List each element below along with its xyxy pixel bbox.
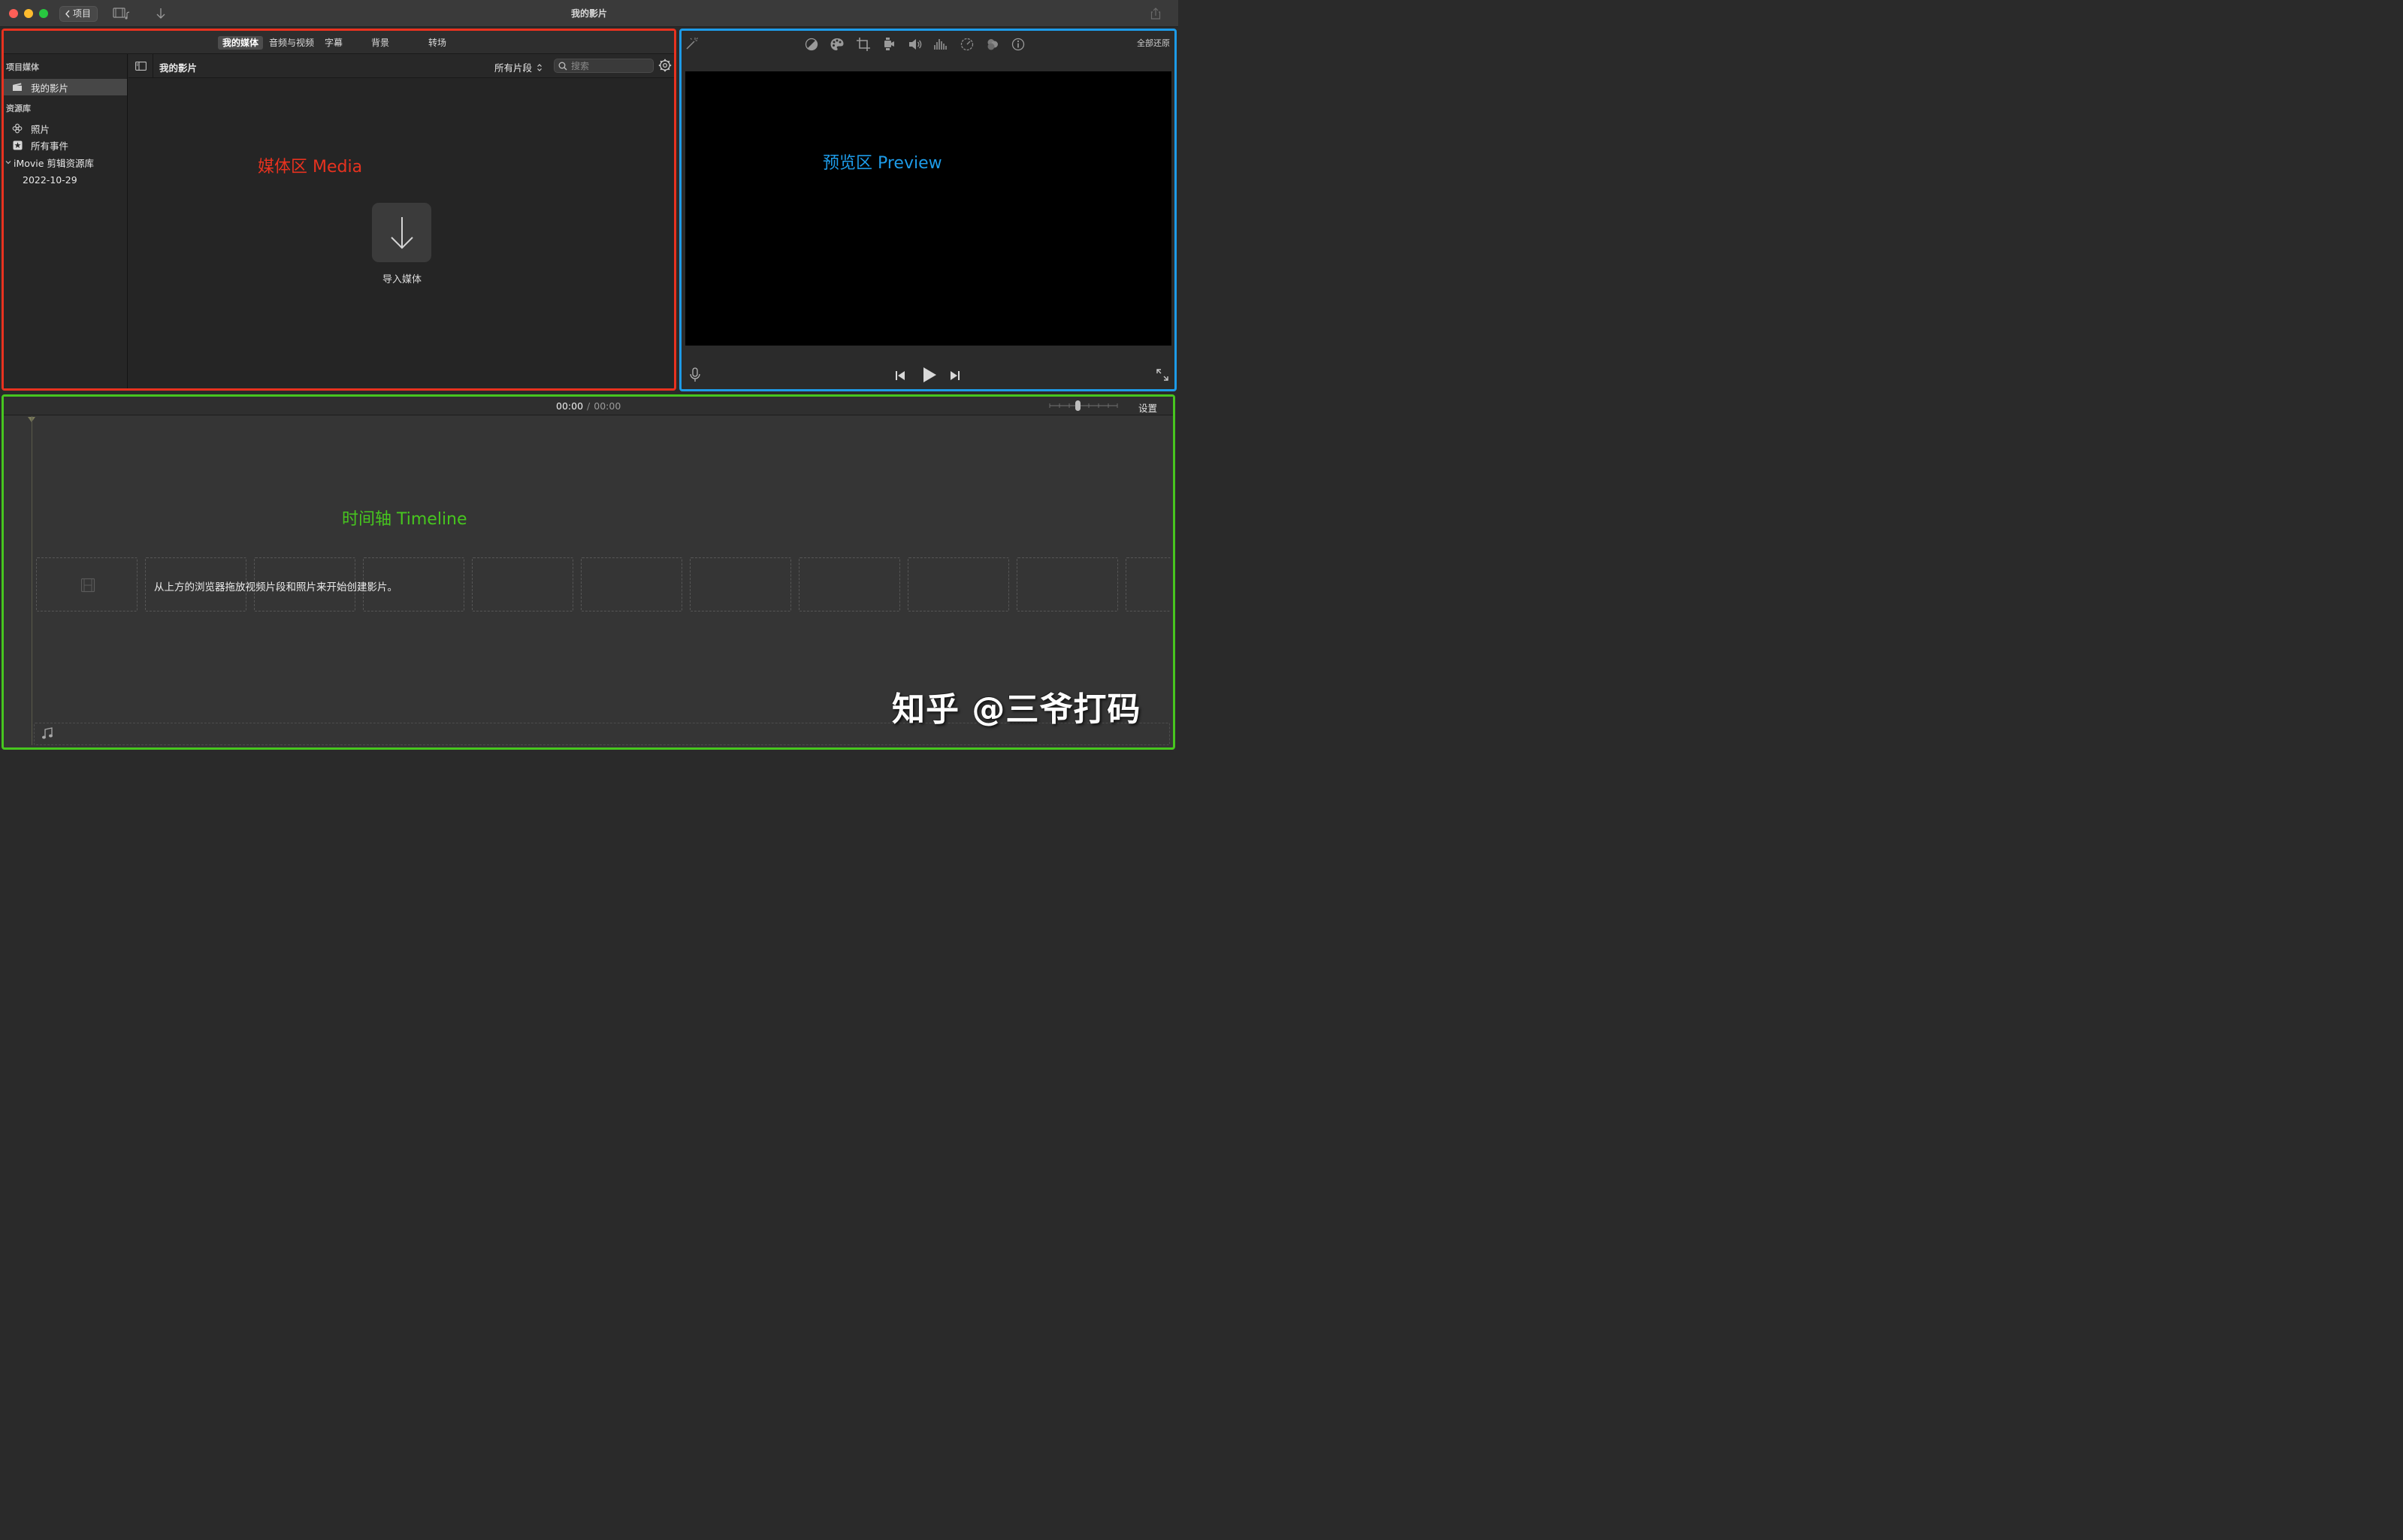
media-tab-bar: 我的媒体 音频与视频 字幕 背景 转场 (4, 31, 674, 54)
share-icon[interactable] (1150, 7, 1161, 20)
sidebar-item-all-events[interactable]: 所有事件 (4, 137, 127, 153)
tab-backgrounds[interactable]: 背景 (367, 36, 394, 50)
timeline-area-annotation: 时间轴 Timeline (342, 510, 467, 529)
clip-placeholder (1126, 557, 1171, 611)
video-viewer[interactable] (685, 71, 1171, 346)
current-time: 00:00 (556, 400, 584, 412)
film-strip-icon (80, 578, 95, 593)
clip-placeholder (908, 557, 1009, 611)
clip-placeholder (581, 557, 682, 611)
timecode-separator: / (587, 400, 591, 412)
total-time: 00:00 (594, 400, 621, 412)
microphone-icon[interactable] (689, 367, 701, 382)
media-panel: 我的媒体 音频与视频 字幕 背景 转场 项目媒体 我的影片 资源库 照片 所有事… (2, 29, 676, 391)
skip-forward-icon[interactable] (949, 370, 961, 382)
clip-placeholder (472, 557, 573, 611)
clip-placeholder (799, 557, 900, 611)
magic-wand-icon[interactable] (684, 37, 699, 50)
tab-titles[interactable]: 字幕 (320, 36, 347, 50)
sidebar-item-label: iMovie 剪辑资源库 (14, 157, 94, 169)
sidebar-item-label: 我的影片 (31, 82, 69, 94)
fullscreen-icon[interactable] (1156, 368, 1169, 382)
tab-my-media[interactable]: 我的媒体 (218, 36, 264, 50)
timecode-display: 00:00/00:00 (556, 400, 621, 412)
crop-icon[interactable] (856, 37, 871, 52)
project-media-heading: 项目媒体 (6, 62, 39, 72)
sidebar-item-event-date[interactable]: 2022-10-29 (4, 171, 127, 188)
clip-placeholder (1017, 557, 1118, 611)
clip-placeholder (690, 557, 791, 611)
gear-icon[interactable] (658, 59, 672, 72)
stabilization-icon[interactable] (881, 37, 896, 52)
chevron-down-icon[interactable] (5, 159, 12, 166)
sidebar-toggle-button[interactable] (128, 54, 153, 77)
clip-filter-dropdown[interactable]: 所有片段 (494, 60, 543, 74)
zoom-slider[interactable] (1048, 400, 1120, 412)
sidebar-item-label: 2022-10-29 (23, 174, 77, 186)
sidebar-item-imovie-library[interactable]: iMovie 剪辑资源库 (4, 154, 127, 171)
search-field[interactable] (554, 59, 654, 73)
window-title: 我的影片 (570, 8, 607, 19)
clip-filter-icon[interactable] (985, 37, 1000, 52)
star-icon (13, 140, 22, 149)
title-bar: 项目 我的影片 (0, 0, 1178, 27)
timeline-settings-button[interactable]: 设置 (1138, 400, 1157, 415)
browser-title: 我的影片 (159, 62, 198, 74)
browser-toolbar: 我的影片 所有片段 (128, 54, 674, 78)
reset-all-button[interactable]: 全部还原 (1137, 37, 1170, 49)
sidebar-item-label: 所有事件 (31, 140, 69, 152)
equalizer-icon[interactable] (933, 37, 948, 52)
library-sidebar: 项目媒体 我的影片 资源库 照片 所有事件 iMovie 剪辑资源库 2022-… (4, 54, 128, 388)
sidebar-item-my-movie[interactable]: 我的影片 (4, 79, 127, 95)
preview-area-annotation: 预览区 Preview (823, 154, 942, 173)
music-note-icon (42, 727, 53, 739)
skip-back-icon[interactable] (894, 370, 906, 382)
speed-icon[interactable] (960, 37, 975, 52)
timeline-drop-hint: 从上方的浏览器拖放视频片段和照片来开始创建影片。 (154, 581, 397, 593)
volume-icon[interactable] (908, 37, 923, 52)
media-area-annotation: 媒体区 Media (258, 158, 363, 177)
color-balance-icon[interactable] (804, 37, 819, 52)
play-icon[interactable] (921, 367, 938, 383)
import-media-button[interactable] (372, 203, 431, 262)
library-heading: 资源库 (6, 104, 31, 113)
up-down-chevron-icon (537, 63, 542, 71)
color-palette-icon[interactable] (830, 37, 845, 52)
timeline-header: 00:00/00:00 设置 (4, 397, 1173, 415)
clapperboard-icon (13, 83, 22, 91)
zoom-slider-thumb[interactable] (1075, 400, 1081, 411)
sidebar-item-label: 照片 (31, 123, 50, 135)
tab-transitions[interactable]: 转场 (424, 36, 451, 50)
info-icon[interactable] (1011, 37, 1026, 52)
preview-panel: 全部还原 预览区 Preview (679, 29, 1177, 391)
search-input[interactable] (571, 60, 646, 71)
watermark: 知乎 @三爷打码 (892, 690, 1141, 729)
clip-placeholder (36, 557, 138, 611)
import-media-label: 导入媒体 (382, 274, 422, 285)
sidebar-item-photos[interactable]: 照片 (4, 120, 127, 137)
search-icon (558, 62, 567, 70)
tab-audio-video[interactable]: 音频与视频 (264, 36, 319, 50)
down-arrow-icon (390, 216, 413, 249)
clip-filter-value: 所有片段 (494, 62, 533, 74)
photos-icon (12, 123, 23, 134)
sidebar-icon (135, 61, 147, 71)
